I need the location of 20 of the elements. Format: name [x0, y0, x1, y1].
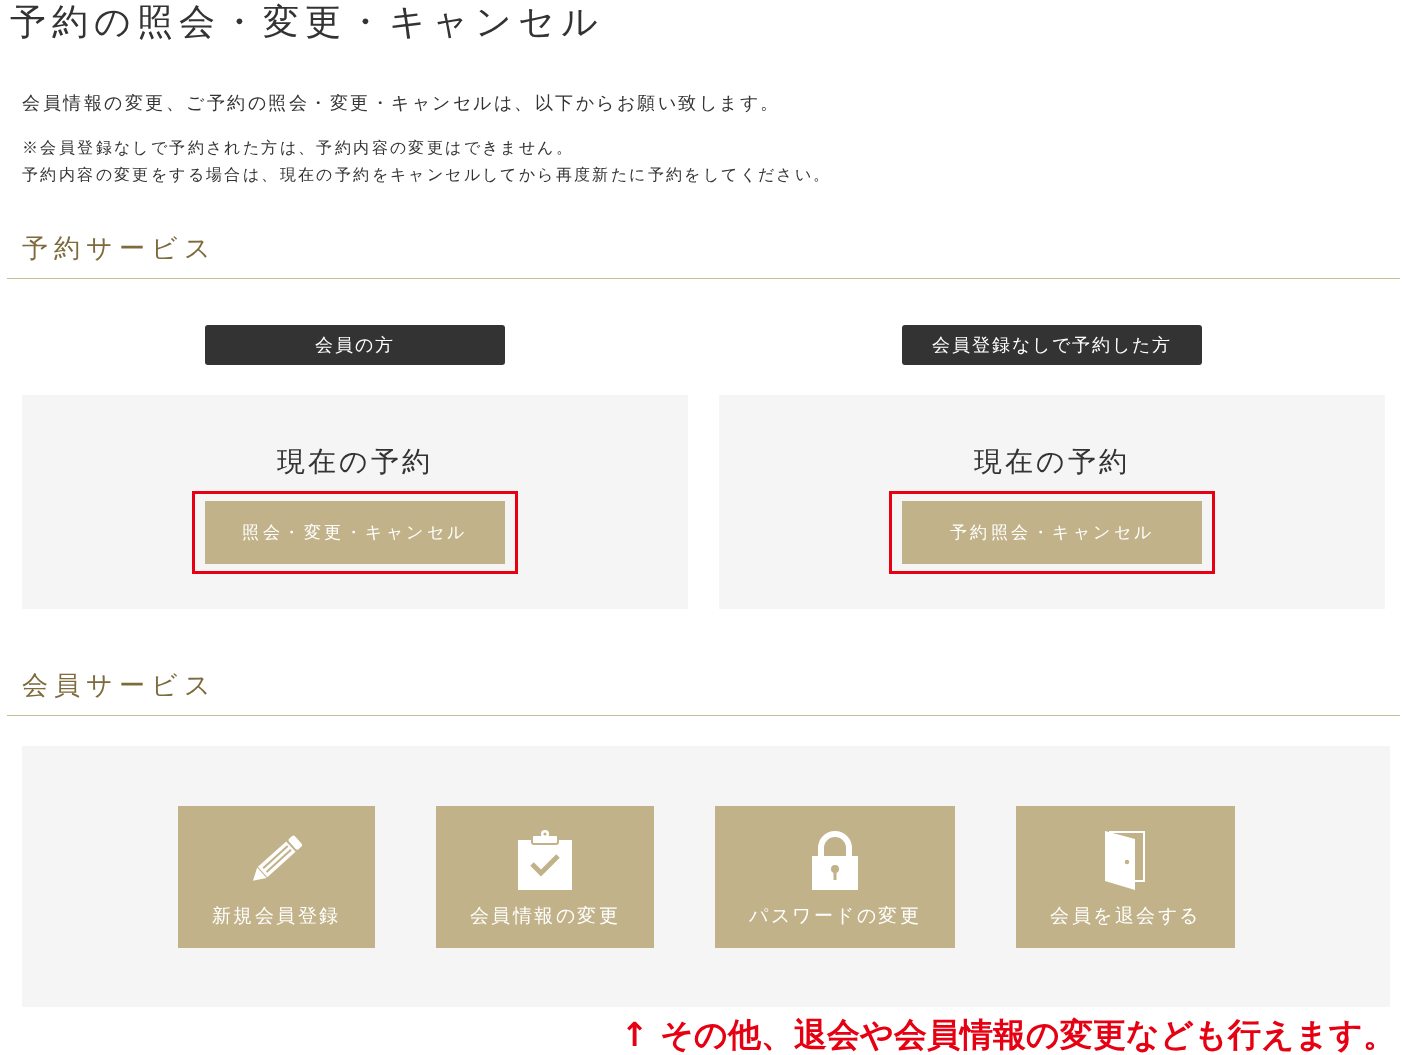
door-icon — [1105, 830, 1146, 890]
card-title: 現在の予約 — [974, 444, 1130, 480]
member-service-tile[interactable]: 会員を退会する — [1016, 806, 1235, 948]
audience-label: 会員登録なしで予約した方 — [902, 325, 1202, 365]
section-heading: 会員サービス — [21, 669, 217, 702]
intro-text: 会員情報の変更、ご予約の照会・変更・キャンセルは、以下からお願い致します。 — [22, 91, 781, 115]
member-service-tile[interactable]: パスワードの変更 — [715, 806, 955, 948]
page-title: 予約の照会・変更・キャンセル — [10, 2, 604, 42]
member-service-tile[interactable]: 新規会員登録 — [177, 806, 375, 948]
section-heading: 予約サービス — [21, 232, 217, 265]
audience-label: 会員の方 — [205, 325, 505, 365]
padlock-icon — [812, 830, 858, 890]
reservation-button[interactable]: 照会・変更・キャンセル — [205, 501, 505, 564]
member-service-tile[interactable]: 会員情報の変更 — [435, 806, 654, 948]
card-title: 現在の予約 — [277, 444, 433, 480]
note-text: ※会員登録なしで予約された方は、予約内容の変更はできません。 — [22, 137, 574, 159]
note-text: 予約内容の変更をする場合は、現在の予約をキャンセルしてから再度新たに予約をしてください。 — [22, 164, 832, 186]
clipboard-check-icon — [517, 830, 572, 890]
annotation-text: ↑ その他、退会や会員情報の変更なども行えます。 — [620, 1018, 1396, 1052]
reservation-button[interactable]: 予約照会・キャンセル — [902, 501, 1202, 564]
